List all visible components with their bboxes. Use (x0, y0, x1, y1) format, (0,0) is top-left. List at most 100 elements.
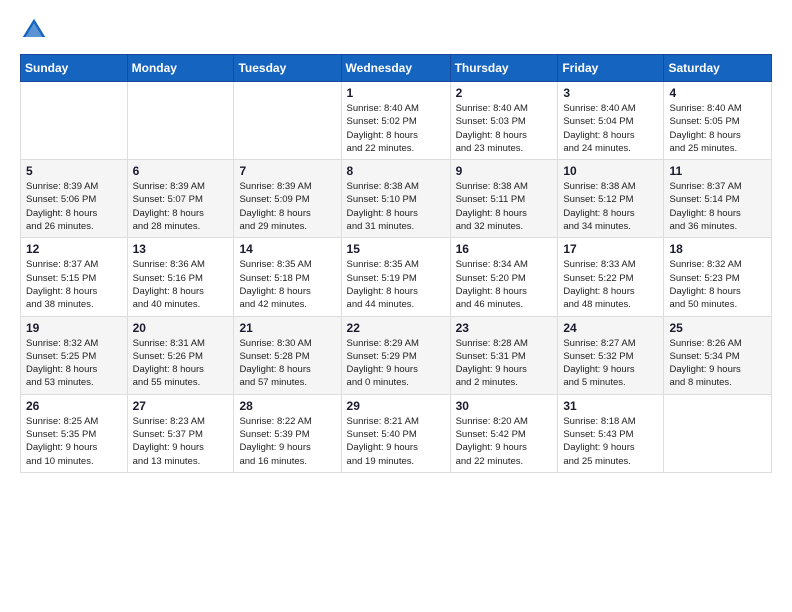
weekday-header-saturday: Saturday (664, 55, 772, 82)
day-cell: 28Sunrise: 8:22 AM Sunset: 5:39 PM Dayli… (234, 394, 341, 472)
day-info: Sunrise: 8:28 AM Sunset: 5:31 PM Dayligh… (456, 337, 553, 390)
day-cell: 7 Sunrise: 8:39 AM Sunset: 5:09 PM Daylig… (234, 160, 341, 238)
day-cell: 22Sunrise: 8:29 AM Sunset: 5:29 PM Dayli… (341, 316, 450, 394)
day-cell: 21 Sunrise: 8:30 AM Sunset: 5:28 PM Dayli… (234, 316, 341, 394)
day-info: Sunrise: 8:39 AM Sunset: 5:06 PM Dayligh… (26, 180, 122, 233)
day-info: Sunrise: 8:39 AM Sunset: 5:07 PM Dayligh… (133, 180, 229, 233)
day-info: Sunrise: 8:30 AM Sunset: 5:28 PM Dayligh… (239, 337, 335, 390)
day-number: 4 (669, 86, 766, 100)
day-cell (234, 82, 341, 160)
day-cell: 4 Sunrise: 8:40 AM Sunset: 5:05 PM Daylig… (664, 82, 772, 160)
day-cell: 15 Sunrise: 8:35 AM Sunset: 5:19 PM Dayli… (341, 238, 450, 316)
day-cell (664, 394, 772, 472)
day-cell: 2 Sunrise: 8:40 AM Sunset: 5:03 PM Daylig… (450, 82, 558, 160)
weekday-header-monday: Monday (127, 55, 234, 82)
day-number: 2 (456, 86, 553, 100)
day-info: Sunrise: 8:34 AM Sunset: 5:20 PM Dayligh… (456, 258, 553, 311)
day-cell: 1Sunrise: 8:40 AM Sunset: 5:02 PM Daylig… (341, 82, 450, 160)
day-info: Sunrise: 8:20 AM Sunset: 5:42 PM Dayligh… (456, 415, 553, 468)
day-number: 24 (563, 321, 658, 335)
day-cell: 16 Sunrise: 8:34 AM Sunset: 5:20 PM Dayli… (450, 238, 558, 316)
day-number: 21 (239, 321, 335, 335)
day-cell: 13 Sunrise: 8:36 AM Sunset: 5:16 PM Dayli… (127, 238, 234, 316)
day-cell: 29 Sunrise: 8:21 AM Sunset: 5:40 PM Dayli… (341, 394, 450, 472)
weekday-header-sunday: Sunday (21, 55, 128, 82)
day-info: Sunrise: 8:32 AM Sunset: 5:23 PM Dayligh… (669, 258, 766, 311)
day-info: Sunrise: 8:35 AM Sunset: 5:19 PM Dayligh… (347, 258, 445, 311)
day-cell: 17Sunrise: 8:33 AM Sunset: 5:22 PM Dayli… (558, 238, 664, 316)
page: SundayMondayTuesdayWednesdayThursdayFrid… (0, 0, 792, 489)
day-cell (127, 82, 234, 160)
day-cell: 6 Sunrise: 8:39 AM Sunset: 5:07 PM Daylig… (127, 160, 234, 238)
weekday-header-row: SundayMondayTuesdayWednesdayThursdayFrid… (21, 55, 772, 82)
day-info: Sunrise: 8:37 AM Sunset: 5:14 PM Dayligh… (669, 180, 766, 233)
day-info: Sunrise: 8:23 AM Sunset: 5:37 PM Dayligh… (133, 415, 229, 468)
day-number: 23 (456, 321, 553, 335)
day-cell: 18 Sunrise: 8:32 AM Sunset: 5:23 PM Dayli… (664, 238, 772, 316)
day-number: 6 (133, 164, 229, 178)
day-cell: 5 Sunrise: 8:39 AM Sunset: 5:06 PM Daylig… (21, 160, 128, 238)
day-number: 29 (347, 399, 445, 413)
logo-icon (20, 16, 48, 44)
day-number: 14 (239, 242, 335, 256)
day-cell: 26 Sunrise: 8:25 AM Sunset: 5:35 PM Dayli… (21, 394, 128, 472)
day-number: 19 (26, 321, 122, 335)
day-info: Sunrise: 8:18 AM Sunset: 5:43 PM Dayligh… (563, 415, 658, 468)
day-number: 9 (456, 164, 553, 178)
day-number: 13 (133, 242, 229, 256)
day-info: Sunrise: 8:26 AM Sunset: 5:34 PM Dayligh… (669, 337, 766, 390)
day-cell: 14 Sunrise: 8:35 AM Sunset: 5:18 PM Dayli… (234, 238, 341, 316)
day-number: 22 (347, 321, 445, 335)
day-cell: 9Sunrise: 8:38 AM Sunset: 5:11 PM Daylig… (450, 160, 558, 238)
logo (20, 16, 52, 44)
weekday-header-friday: Friday (558, 55, 664, 82)
day-number: 25 (669, 321, 766, 335)
day-info: Sunrise: 8:38 AM Sunset: 5:12 PM Dayligh… (563, 180, 658, 233)
day-info: Sunrise: 8:27 AM Sunset: 5:32 PM Dayligh… (563, 337, 658, 390)
day-number: 12 (26, 242, 122, 256)
day-cell (21, 82, 128, 160)
day-cell: 3Sunrise: 8:40 AM Sunset: 5:04 PM Daylig… (558, 82, 664, 160)
day-number: 31 (563, 399, 658, 413)
day-number: 11 (669, 164, 766, 178)
day-number: 27 (133, 399, 229, 413)
day-cell: 24 Sunrise: 8:27 AM Sunset: 5:32 PM Dayli… (558, 316, 664, 394)
day-number: 3 (563, 86, 658, 100)
day-info: Sunrise: 8:35 AM Sunset: 5:18 PM Dayligh… (239, 258, 335, 311)
week-row-1: 1Sunrise: 8:40 AM Sunset: 5:02 PM Daylig… (21, 82, 772, 160)
header (20, 16, 772, 44)
day-cell: 20Sunrise: 8:31 AM Sunset: 5:26 PM Dayli… (127, 316, 234, 394)
weekday-header-tuesday: Tuesday (234, 55, 341, 82)
weekday-header-wednesday: Wednesday (341, 55, 450, 82)
day-cell: 27 Sunrise: 8:23 AM Sunset: 5:37 PM Dayli… (127, 394, 234, 472)
calendar: SundayMondayTuesdayWednesdayThursdayFrid… (20, 54, 772, 473)
day-info: Sunrise: 8:40 AM Sunset: 5:05 PM Dayligh… (669, 102, 766, 155)
day-cell: 11 Sunrise: 8:37 AM Sunset: 5:14 PM Dayli… (664, 160, 772, 238)
day-number: 30 (456, 399, 553, 413)
day-number: 26 (26, 399, 122, 413)
day-number: 5 (26, 164, 122, 178)
weekday-header-thursday: Thursday (450, 55, 558, 82)
day-info: Sunrise: 8:25 AM Sunset: 5:35 PM Dayligh… (26, 415, 122, 468)
day-info: Sunrise: 8:22 AM Sunset: 5:39 PM Dayligh… (239, 415, 335, 468)
day-info: Sunrise: 8:21 AM Sunset: 5:40 PM Dayligh… (347, 415, 445, 468)
day-number: 8 (347, 164, 445, 178)
week-row-5: 26 Sunrise: 8:25 AM Sunset: 5:35 PM Dayli… (21, 394, 772, 472)
day-info: Sunrise: 8:39 AM Sunset: 5:09 PM Dayligh… (239, 180, 335, 233)
day-number: 7 (239, 164, 335, 178)
day-cell: 31 Sunrise: 8:18 AM Sunset: 5:43 PM Dayli… (558, 394, 664, 472)
day-cell: 25 Sunrise: 8:26 AM Sunset: 5:34 PM Dayli… (664, 316, 772, 394)
day-cell: 10Sunrise: 8:38 AM Sunset: 5:12 PM Dayli… (558, 160, 664, 238)
day-cell: 12Sunrise: 8:37 AM Sunset: 5:15 PM Dayli… (21, 238, 128, 316)
day-number: 18 (669, 242, 766, 256)
week-row-2: 5 Sunrise: 8:39 AM Sunset: 5:06 PM Daylig… (21, 160, 772, 238)
day-info: Sunrise: 8:40 AM Sunset: 5:03 PM Dayligh… (456, 102, 553, 155)
day-number: 15 (347, 242, 445, 256)
day-cell: 19Sunrise: 8:32 AM Sunset: 5:25 PM Dayli… (21, 316, 128, 394)
day-info: Sunrise: 8:36 AM Sunset: 5:16 PM Dayligh… (133, 258, 229, 311)
day-cell: 30 Sunrise: 8:20 AM Sunset: 5:42 PM Dayli… (450, 394, 558, 472)
day-cell: 8 Sunrise: 8:38 AM Sunset: 5:10 PM Daylig… (341, 160, 450, 238)
day-number: 16 (456, 242, 553, 256)
day-info: Sunrise: 8:38 AM Sunset: 5:10 PM Dayligh… (347, 180, 445, 233)
day-info: Sunrise: 8:33 AM Sunset: 5:22 PM Dayligh… (563, 258, 658, 311)
